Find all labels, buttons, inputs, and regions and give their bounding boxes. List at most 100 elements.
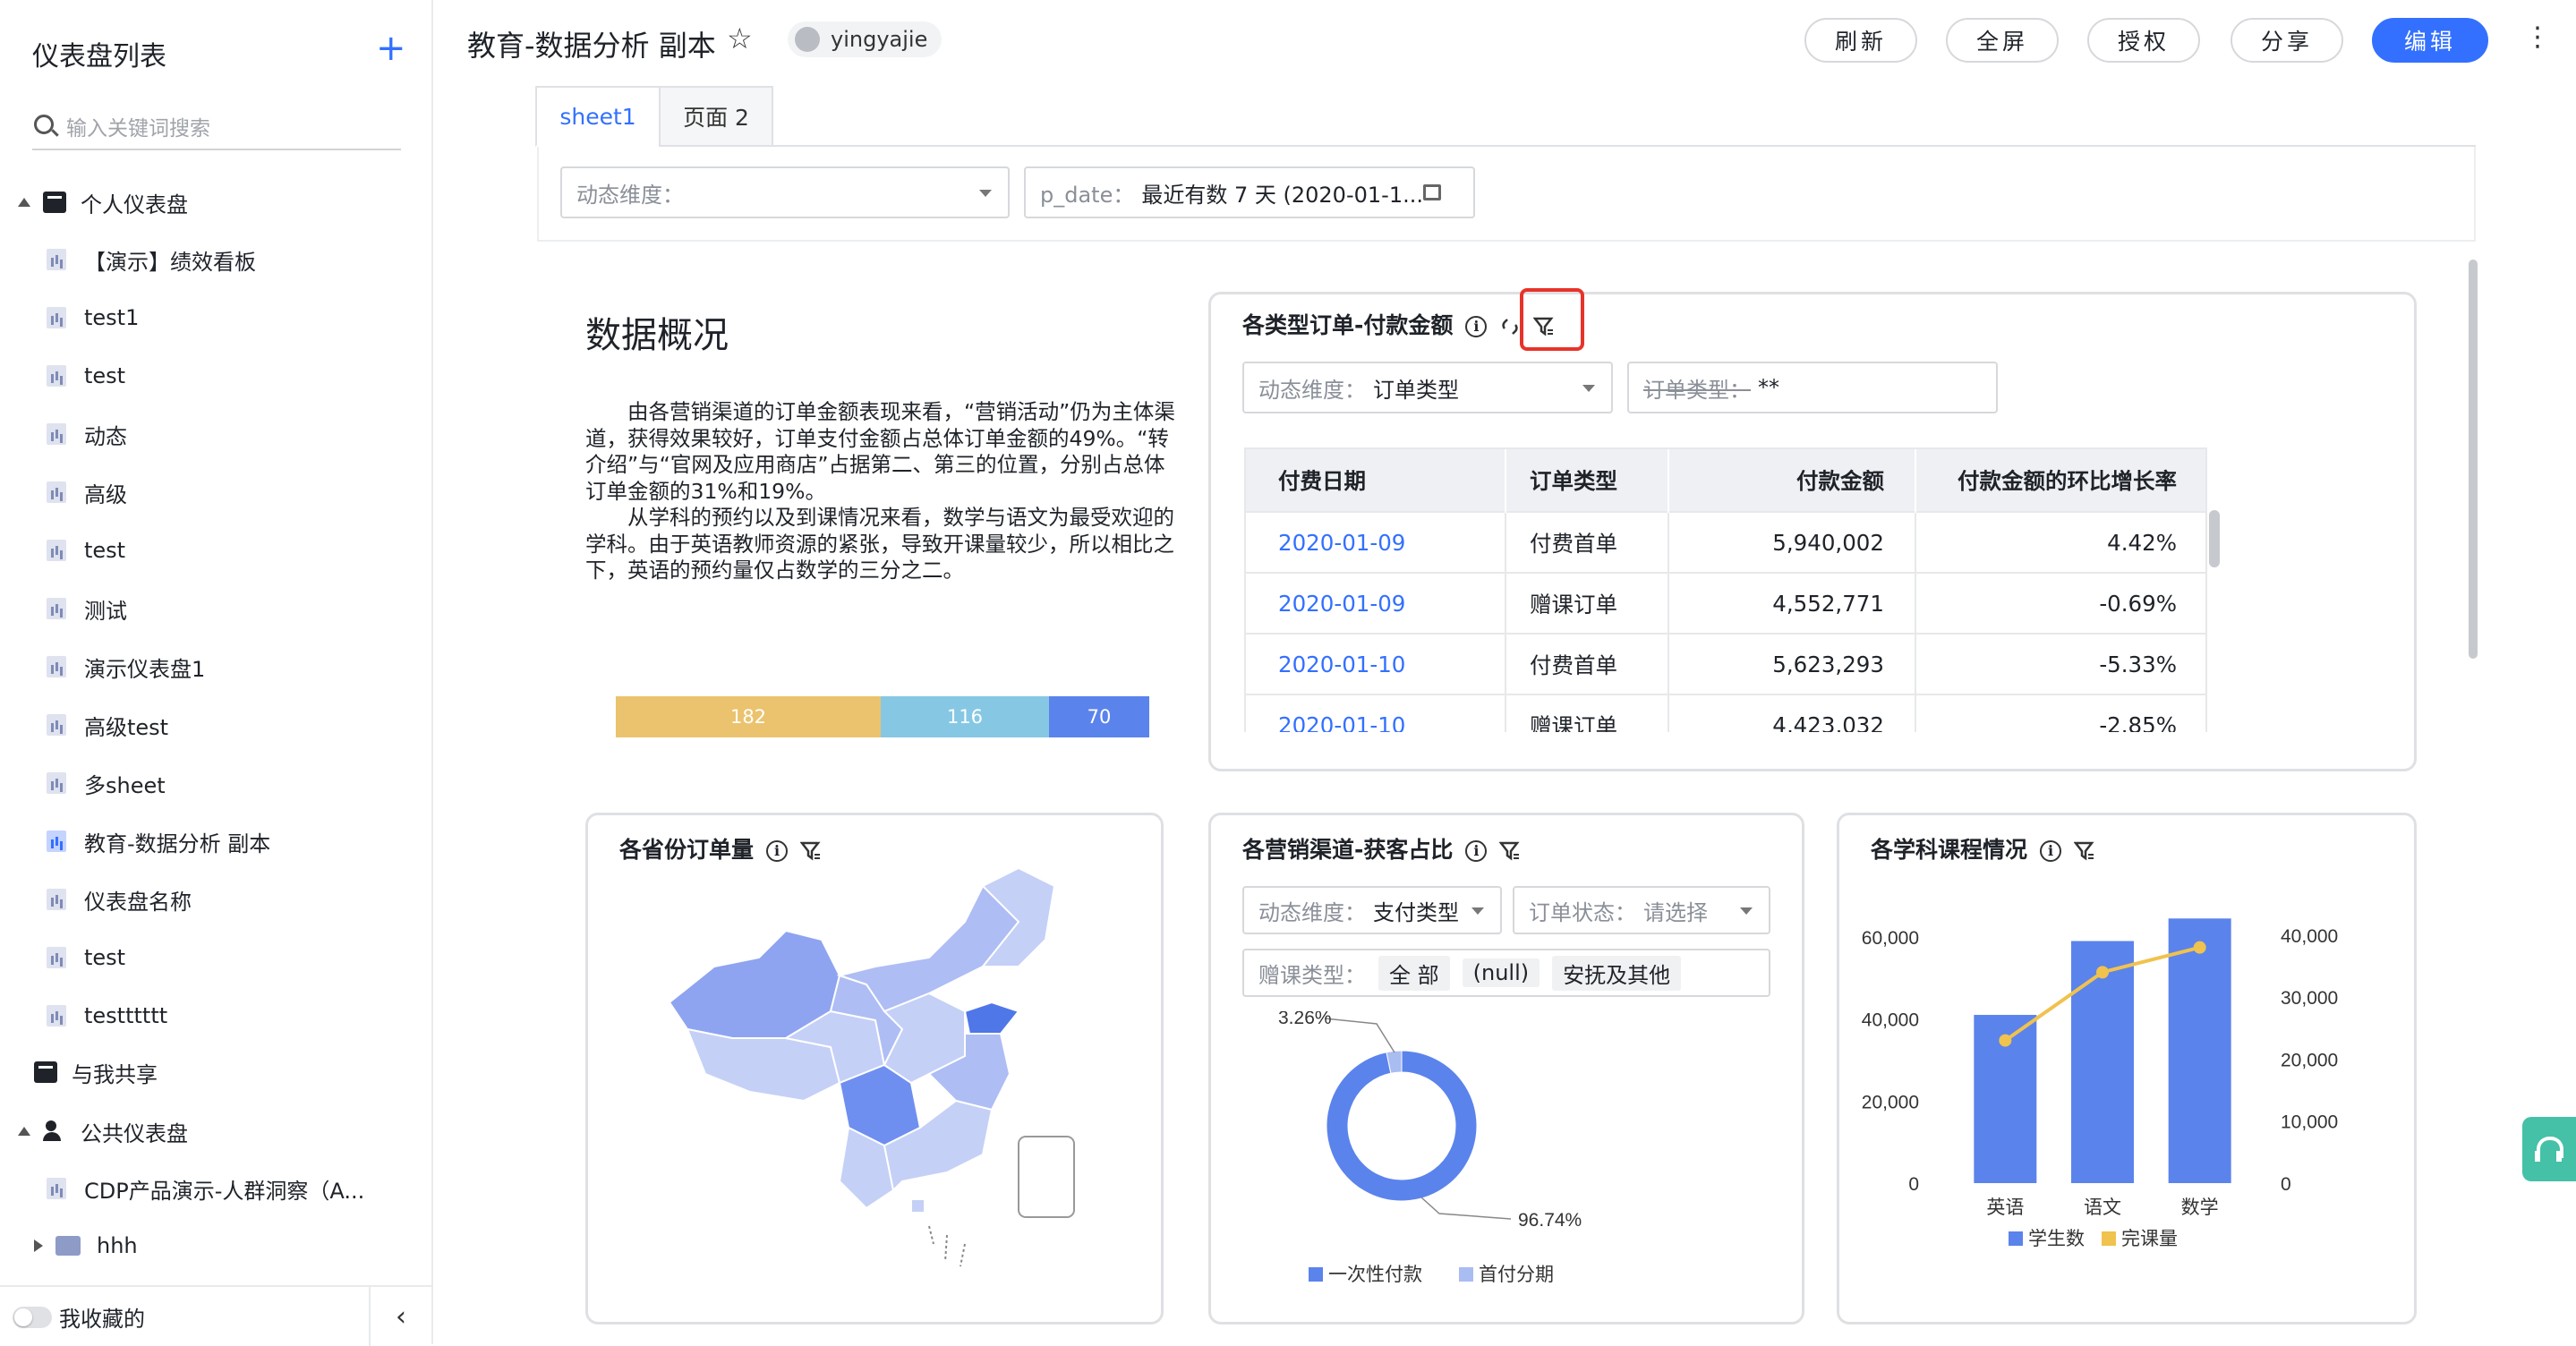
- canvas-scrollbar[interactable]: [2469, 260, 2478, 659]
- order-dim-select[interactable]: 动态维度： 订单类型: [1242, 362, 1613, 413]
- caret-down-icon: [18, 1127, 30, 1136]
- overview-title: 数据概况: [585, 315, 729, 356]
- tab-sheet1[interactable]: sheet1: [535, 86, 661, 147]
- sidebar-item[interactable]: test: [0, 522, 431, 579]
- sidebar-item-label: 动态: [84, 423, 127, 449]
- filter-value: **: [1758, 375, 1779, 400]
- group-public[interactable]: 公共仪表盘: [0, 1103, 431, 1160]
- sidebar-item[interactable]: testttttt: [0, 987, 431, 1044]
- authorize-button[interactable]: 授权: [2087, 18, 2200, 63]
- order-card-title: 各类型订单-付款金额 i: [1242, 308, 1555, 340]
- legend-label: 首付分期: [1479, 1265, 1554, 1285]
- overview-text: 由各营销渠道的订单金额表现来看，“营销活动”仍为主体渠道，获得效果较好，订单支付…: [585, 399, 1176, 584]
- folder-icon: [55, 1236, 81, 1256]
- filter-icon[interactable]: [800, 840, 822, 862]
- table-cell: 赠课订单: [1506, 694, 1669, 732]
- sidebar: 仪表盘列表 + 输入关键词搜索 个人仪表盘 【演示】绩效看板 test1 test 动…: [0, 0, 433, 1346]
- sidebar-item[interactable]: 仪表盘名称: [0, 871, 431, 928]
- table-cell: 付费首单: [1506, 633, 1669, 694]
- sidebar-search-input[interactable]: 输入关键词搜索: [32, 106, 401, 150]
- filter-tag[interactable]: 全 部: [1378, 955, 1450, 991]
- filter-tag[interactable]: 安抚及其他: [1552, 955, 1682, 991]
- group-personal[interactable]: 个人仪表盘: [0, 174, 431, 231]
- link-icon[interactable]: [1499, 316, 1521, 337]
- favorites-toggle[interactable]: [13, 1307, 52, 1328]
- filter-label: 动态维度：: [1258, 899, 1366, 925]
- favorites-label: 我收藏的: [59, 1307, 145, 1332]
- date-link[interactable]: 2020-01-10: [1246, 633, 1506, 694]
- info-icon[interactable]: i: [2040, 840, 2062, 862]
- sidebar-item[interactable]: 教育-数据分析 副本: [0, 813, 431, 870]
- filter-label: 赠课类型：: [1258, 962, 1366, 988]
- table-row[interactable]: 2020-01-09 赠课订单 4,552,771 -0.69%: [1246, 572, 2205, 634]
- sidebar-item[interactable]: 高级: [0, 464, 431, 521]
- add-dashboard-plus-icon[interactable]: +: [376, 30, 406, 66]
- table-row[interactable]: 2020-01-10 付费首单 5,623,293 -5.33%: [1246, 633, 2205, 694]
- sidebar-item-label: 教育-数据分析 副本: [84, 831, 271, 856]
- table-scrollbar[interactable]: [2209, 510, 2220, 567]
- pdate-filter[interactable]: p_date： 最近有数 7 天 (2020-01-1...: [1024, 166, 1475, 218]
- south-sea-inset: [1018, 1136, 1075, 1218]
- sidebar-title: 仪表盘列表: [32, 41, 166, 72]
- sidebar-folder-hhh[interactable]: hhh: [0, 1217, 431, 1274]
- sidebar-item[interactable]: 演示仪表盘1: [0, 638, 431, 695]
- filter-icon[interactable]: [2074, 840, 2095, 862]
- dashboard-doc-icon: [47, 831, 66, 852]
- chevron-left-icon[interactable]: ‹: [369, 1287, 431, 1346]
- col-header[interactable]: 订单类型: [1506, 449, 1669, 512]
- sidebar-item[interactable]: test1: [0, 289, 431, 346]
- share-button[interactable]: 分享: [2231, 18, 2343, 63]
- col-header[interactable]: 付款金额: [1668, 449, 1916, 512]
- group-personal-label: 个人仪表盘: [81, 192, 188, 217]
- filter-value: 订单类型: [1373, 377, 1459, 403]
- date-link[interactable]: 2020-01-09: [1246, 572, 1506, 634]
- legend-swatch: [2102, 1231, 2116, 1246]
- sidebar-item-label: 演示仪表盘1: [84, 656, 206, 682]
- date-link[interactable]: 2020-01-10: [1246, 694, 1506, 732]
- group-shared[interactable]: 与我共享: [0, 1044, 431, 1101]
- date-link[interactable]: 2020-01-09: [1246, 511, 1506, 573]
- info-icon[interactable]: i: [766, 840, 789, 862]
- sidebar-item[interactable]: 【演示】绩效看板: [0, 231, 431, 288]
- sidebar-item[interactable]: 测试: [0, 580, 431, 637]
- sidebar-item[interactable]: 动态: [0, 405, 431, 463]
- col-header[interactable]: 付费日期: [1246, 449, 1506, 512]
- gift-type-filter[interactable]: 赠课类型： 全 部 (null) 安抚及其他: [1242, 949, 1770, 997]
- sidebar-item-cdp[interactable]: CDP产品演示-人群洞察（A...: [0, 1160, 431, 1217]
- stack-segment: 70: [1049, 696, 1149, 737]
- china-province-map[interactable]: [661, 868, 1081, 1271]
- table-row[interactable]: 2020-01-09 付费首单 5,940,002 4.42%: [1246, 511, 2205, 573]
- headset-icon[interactable]: [2522, 1117, 2576, 1181]
- chevron-down-icon: [1471, 907, 1484, 915]
- filter-tag[interactable]: (null): [1462, 958, 1540, 987]
- table-row[interactable]: 2020-01-10 赠课订单 4,423,032 -2.85%: [1246, 694, 2205, 732]
- fullscreen-button[interactable]: 全屏: [1946, 18, 2059, 63]
- legend-label: 学生数: [2028, 1229, 2085, 1249]
- sidebar-item[interactable]: 多sheet: [0, 754, 431, 812]
- star-outline-icon[interactable]: ☆: [727, 21, 753, 55]
- info-icon[interactable]: i: [1465, 316, 1488, 337]
- table-cell: 5,623,293: [1668, 633, 1916, 694]
- col-header[interactable]: 付款金额的环比增长率: [1915, 449, 2205, 512]
- table-cell: -0.69%: [1915, 572, 2205, 634]
- line-point: [2096, 966, 2109, 979]
- sidebar-item[interactable]: test: [0, 347, 431, 405]
- sidebar-item[interactable]: test: [0, 929, 431, 986]
- refresh-button[interactable]: 刷新: [1804, 18, 1917, 63]
- donut-slice: [1326, 1050, 1478, 1202]
- more-vertical-icon[interactable]: ⋮: [2524, 20, 2551, 55]
- tab-page2[interactable]: 页面 2: [659, 86, 773, 147]
- channel-dim-select[interactable]: 动态维度： 支付类型: [1242, 886, 1502, 934]
- y-right-tick: 10,000: [2281, 1112, 2338, 1133]
- legend-swatch: [2009, 1231, 2023, 1246]
- group-public-label: 公共仪表盘: [81, 1120, 188, 1146]
- info-icon[interactable]: i: [1465, 840, 1488, 862]
- filter-icon[interactable]: [1499, 840, 1521, 862]
- dynamic-dimension-select[interactable]: 动态维度：: [560, 166, 1010, 218]
- order-type-filter[interactable]: 订单类型： **: [1627, 362, 1998, 413]
- edit-button[interactable]: 编辑: [2372, 18, 2488, 63]
- channel-donut-chart[interactable]: 3.26% 96.74% 一次性付款 首付分期: [1242, 1011, 1779, 1316]
- order-status-select[interactable]: 订单状态： 请选择: [1513, 886, 1770, 934]
- sidebar-item[interactable]: 高级test: [0, 696, 431, 754]
- subject-combo-chart[interactable]: 60,000 40,000 20,000 0 40,000 30,000 20,000 10,…: [1851, 868, 2406, 1316]
